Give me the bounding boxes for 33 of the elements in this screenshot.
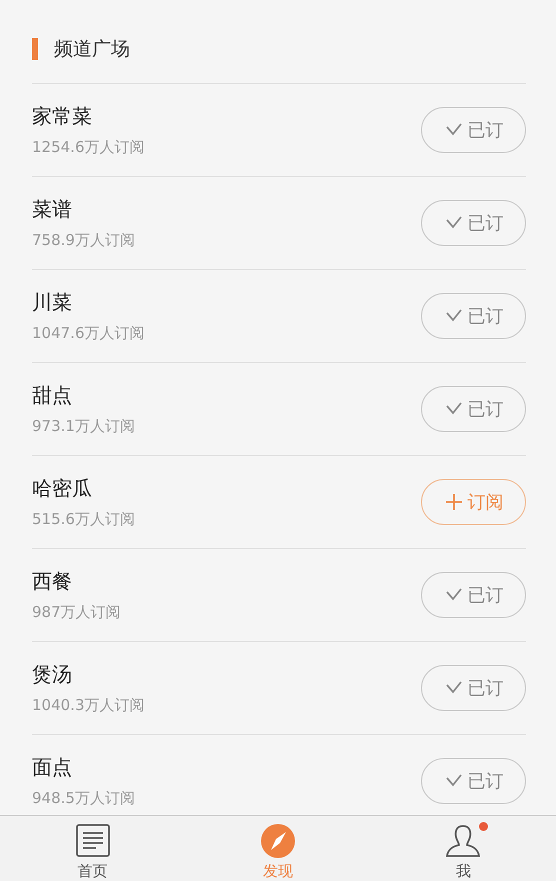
tab-item[interactable]: 首页 [0,816,186,881]
tab-item[interactable]: 我 [370,816,556,881]
subscribe-button[interactable]: 已订 [421,758,526,804]
subscriber-count: 987万人订阅 [32,603,121,622]
subscriber-count: 515.6万人订阅 [32,510,135,529]
subscribe-button[interactable]: 已订 [421,665,526,711]
channel-name: 川菜 [32,289,73,316]
subscriber-count: 973.1万人订阅 [32,417,135,436]
subscribe-button[interactable]: 已订 [421,572,526,618]
subscriber-count: 1047.6万人订阅 [32,324,144,343]
subscribe-button[interactable]: 已订 [421,200,526,246]
subscribe-button[interactable]: 已订 [421,293,526,339]
tab-item[interactable]: 发现 [185,816,371,881]
subscriber-count: 1254.6万人订阅 [32,138,144,157]
compass-icon [260,824,295,858]
subscriber-count: 1040.3万人订阅 [32,696,144,715]
subscribe-button[interactable]: 已订 [421,107,526,153]
document-icon [76,824,110,858]
section-marker [32,38,38,60]
channel-name: 家常菜 [32,103,93,130]
subscribe-button[interactable]: 已订 [421,386,526,432]
section-title: 频道广场 [54,36,130,62]
person-icon [446,824,480,858]
channel-name: 甜点 [32,382,73,409]
channel-name: 西餐 [32,568,73,595]
subscribe-button[interactable]: 订阅 [421,479,526,525]
channel-name: 哈密瓜 [32,475,93,502]
subscriber-count: 758.9万人订阅 [32,231,135,250]
plus-icon [444,492,464,512]
subscriber-count: 948.5万人订阅 [32,789,135,808]
channel-name: 菜谱 [32,196,73,223]
channel-name: 煲汤 [32,661,73,688]
channel-name: 面点 [32,754,73,781]
